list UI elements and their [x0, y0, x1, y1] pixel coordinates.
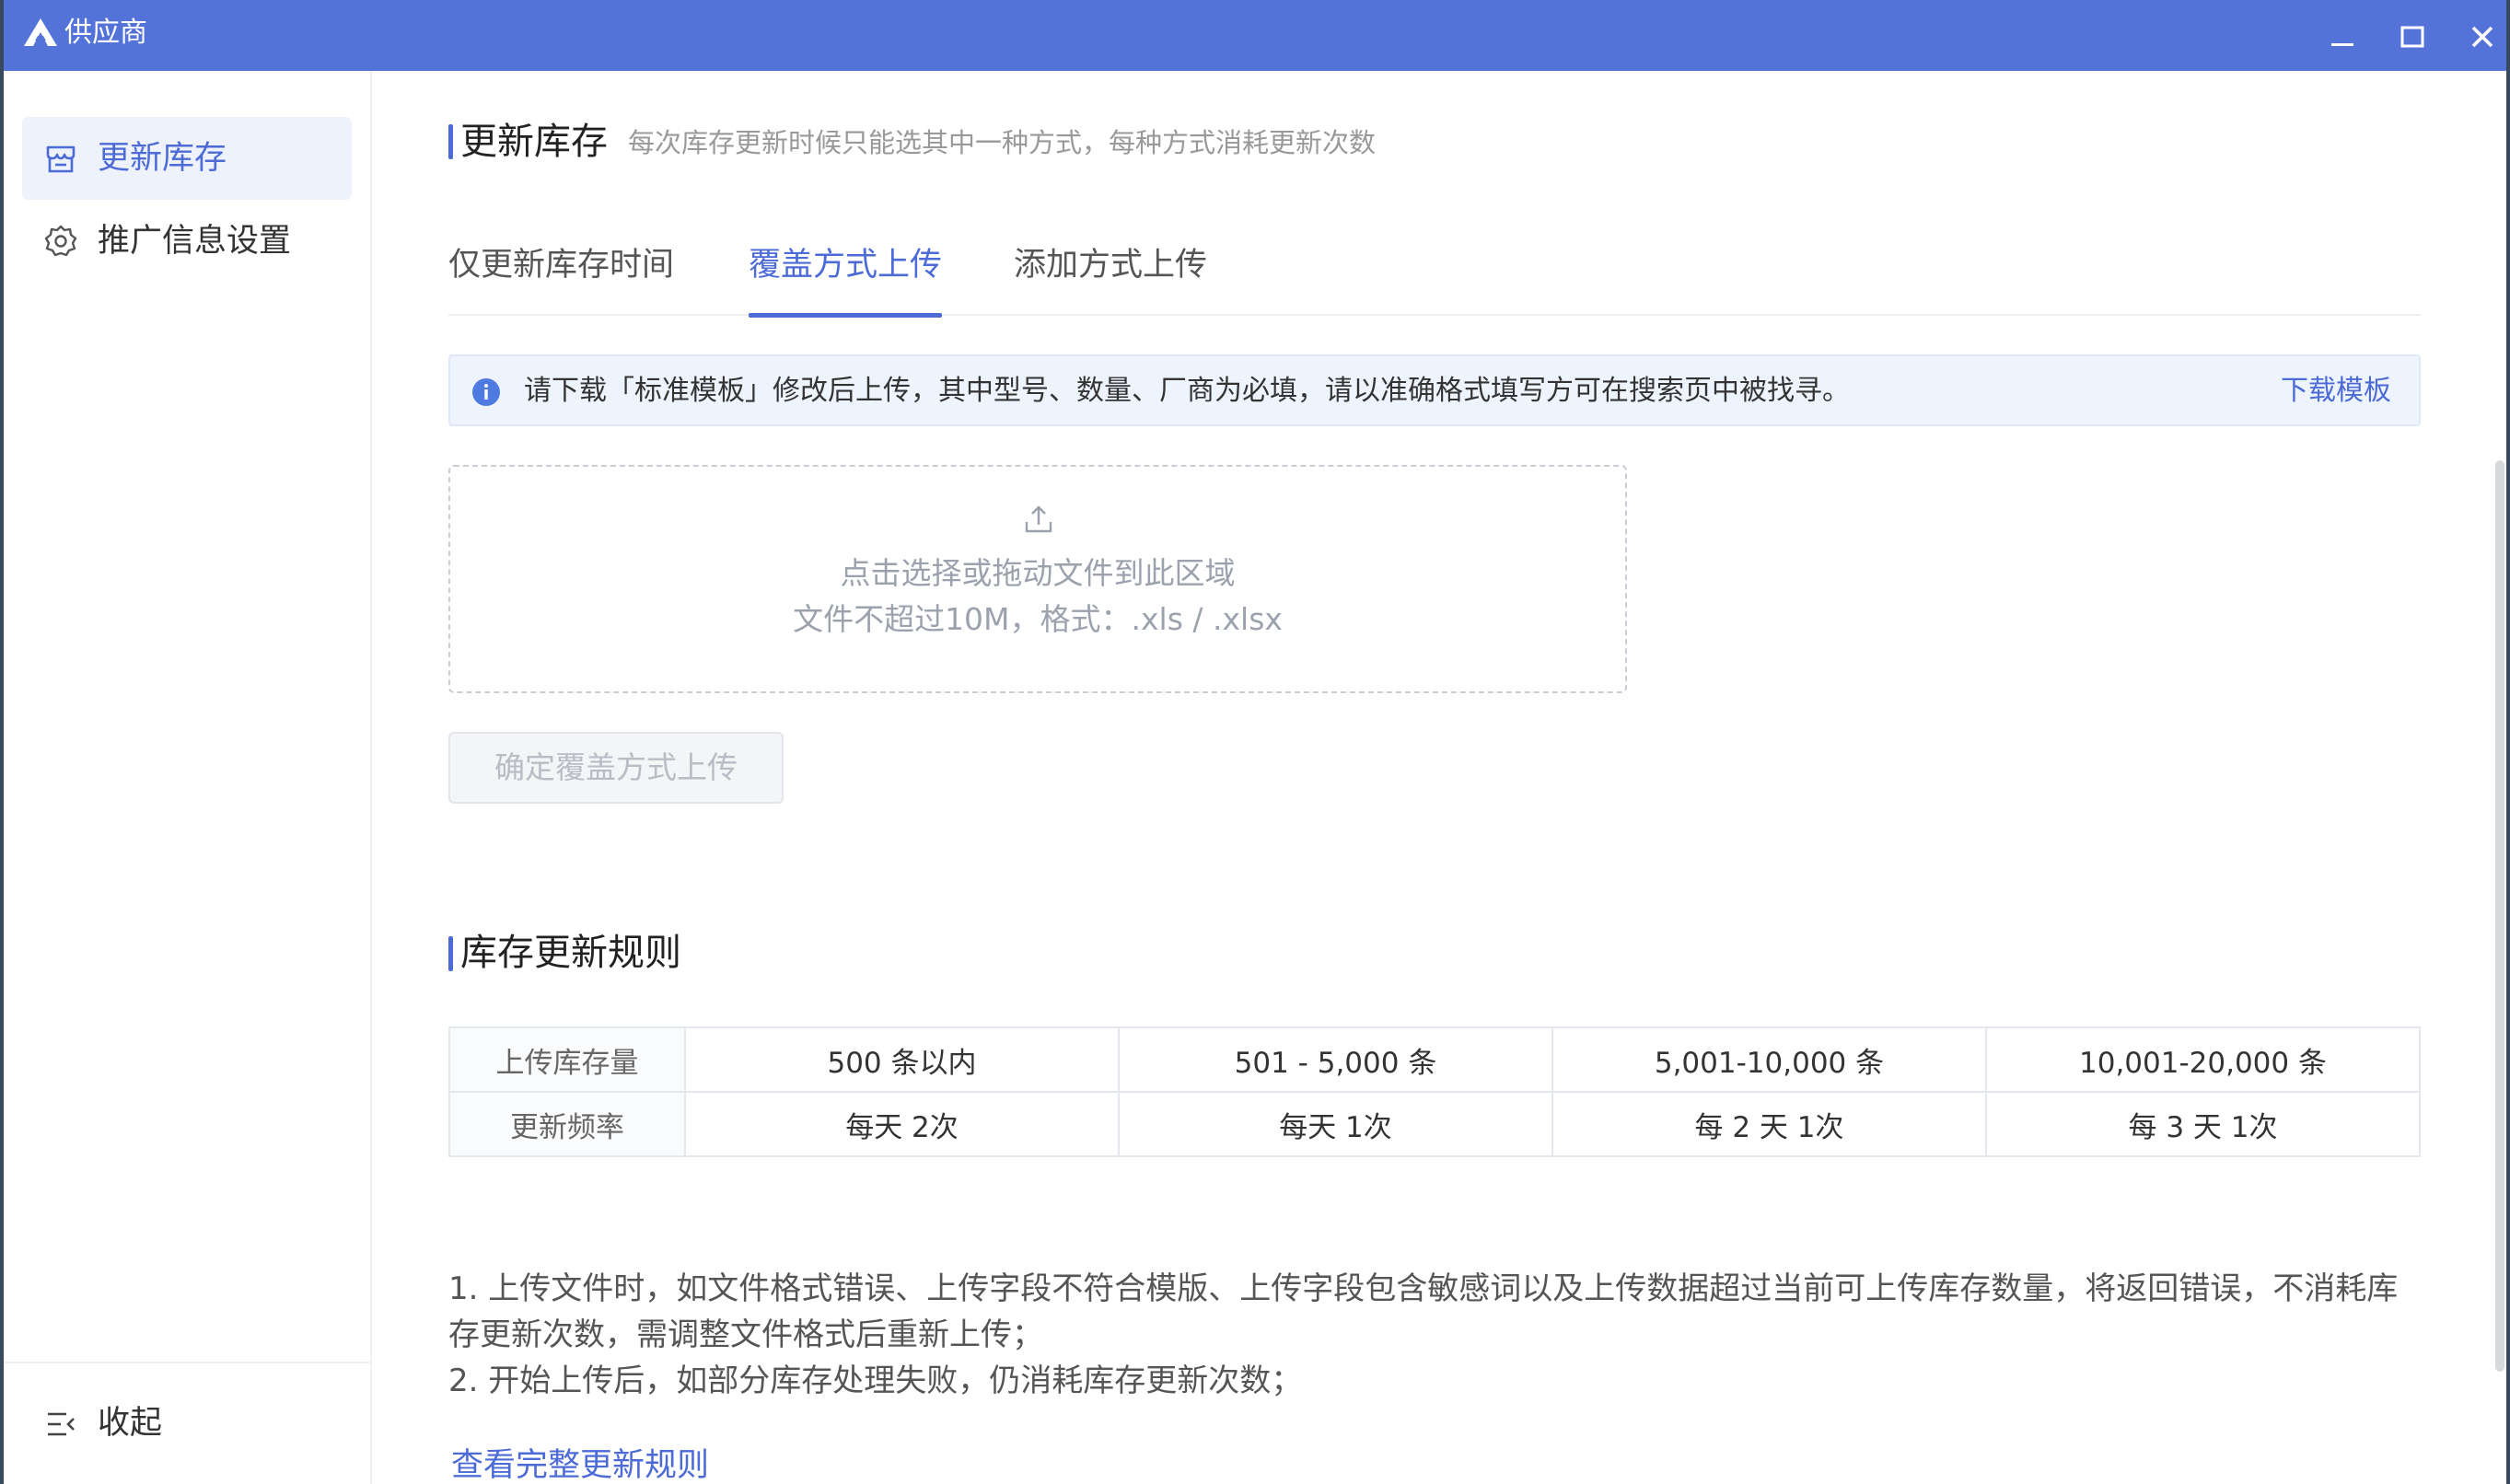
notice-text: 请下载「标准模板」修改后上传，其中型号、数量、厂商为必填，请以准确格式填写方可在…: [524, 375, 1850, 407]
upload-mode-tabs: 仅更新库存时间 覆盖方式上传 添加方式上传: [448, 237, 2421, 318]
table-cell: 每 3 天 1次: [1985, 1091, 2421, 1157]
table-cell: 5,001-10,000 条: [1551, 1026, 1987, 1093]
info-notice: 请下载「标准模板」修改后上传，其中型号、数量、厂商为必填，请以准确格式填写方可在…: [448, 354, 2421, 426]
close-icon: [2471, 26, 2493, 48]
collapse-button[interactable]: 收起: [22, 1387, 298, 1461]
title-bar: 供应商: [4, 0, 2506, 71]
tab-overwrite-upload[interactable]: 覆盖方式上传: [749, 237, 943, 318]
scrollbar[interactable]: [2495, 460, 2504, 1372]
section-marker: [448, 124, 453, 159]
sidebar-item-label: 推广信息设置: [98, 223, 292, 260]
gear-icon: [44, 225, 77, 257]
sidebar-item-label: 更新库存: [98, 140, 227, 177]
table-cell: 500 条以内: [684, 1026, 1120, 1093]
collapse-menu-icon: [48, 1412, 75, 1436]
table-cell: 上传库存量: [448, 1026, 686, 1093]
tab-label: 仅更新库存时间: [448, 247, 675, 284]
tab-append-upload[interactable]: 添加方式上传: [1014, 237, 1209, 316]
upload-format-hint: 文件不超过10M，格式：.xls / .xlsx: [793, 601, 1283, 637]
table-cell: 501 - 5,000 条: [1118, 1026, 1553, 1093]
minimize-button[interactable]: [2324, 18, 2361, 55]
view-full-rules-link[interactable]: 查看完整更新规则: [451, 1443, 709, 1484]
sidebar-divider: [4, 1362, 370, 1363]
section-marker: [448, 936, 453, 971]
info-icon: [472, 378, 500, 406]
note-item: 2. 开始上传后，如部分库存处理失败，仍消耗库存更新次数；: [448, 1362, 1303, 1399]
tab-label: 添加方式上传: [1014, 247, 1208, 284]
table-row: 上传库存量 500 条以内 501 - 5,000 条 5,001-10,000…: [448, 1026, 2421, 1093]
store-icon: [46, 145, 76, 173]
page-subtitle: 每次库存更新时候只能选其中一种方式，每种方式消耗更新次数: [628, 127, 1377, 158]
download-template-link[interactable]: 下载模板: [2281, 371, 2391, 412]
rules-table: 上传库存量 500 条以内 501 - 5,000 条 5,001-10,000…: [448, 1026, 2421, 1157]
page-title: 更新库存: [460, 121, 608, 163]
table-cell: 10,001-20,000 条: [1985, 1026, 2421, 1093]
tab-update-time-only[interactable]: 仅更新库存时间: [448, 237, 675, 316]
collapse-label: 收起: [98, 1405, 163, 1442]
main-content: 更新库存 每次库存更新时候只能选其中一种方式，每种方式消耗更新次数 仅更新库存时…: [372, 71, 2506, 1484]
app-logo-icon: [24, 18, 57, 46]
table-cell: 更新频率: [448, 1091, 686, 1157]
rules-notes: 1. 上传文件时，如文件格式错误、上传字段不符合模版、上传字段包含敏感词以及上传…: [448, 1266, 2428, 1404]
upload-icon: [1025, 505, 1052, 533]
close-button[interactable]: [2464, 18, 2501, 55]
sidebar: 更新库存 推广信息设置 收起: [4, 71, 372, 1484]
maximize-icon: [2400, 26, 2424, 48]
upload-hint: 点击选择或拖动文件到此区域: [840, 555, 1236, 591]
sidebar-item-update-stock[interactable]: 更新库存: [22, 117, 352, 200]
file-upload-dropzone[interactable]: 点击选择或拖动文件到此区域 文件不超过10M，格式：.xls / .xlsx: [448, 465, 1627, 693]
confirm-upload-button[interactable]: 确定覆盖方式上传: [448, 732, 784, 804]
tab-label: 覆盖方式上传: [749, 247, 943, 284]
sidebar-item-promo-settings[interactable]: 推广信息设置: [22, 200, 352, 283]
window-title: 供应商: [64, 17, 147, 49]
maximize-button[interactable]: [2394, 18, 2431, 55]
note-item: 1. 上传文件时，如文件格式错误、上传字段不符合模版、上传字段包含敏感词以及上传…: [448, 1270, 2399, 1353]
minimize-icon: [2331, 43, 2353, 46]
rules-section-title: 库存更新规则: [460, 932, 681, 974]
table-row: 更新频率 每天 2次 每天 1次 每 2 天 1次 每 3 天 1次: [448, 1091, 2421, 1157]
table-cell: 每 2 天 1次: [1551, 1091, 1987, 1157]
table-cell: 每天 1次: [1118, 1091, 1553, 1157]
table-cell: 每天 2次: [684, 1091, 1120, 1157]
app-window: 供应商 更新库存 推广信息设置 收起 更新库存 每次库存更新时候只能选其中一种方…: [4, 0, 2506, 1484]
